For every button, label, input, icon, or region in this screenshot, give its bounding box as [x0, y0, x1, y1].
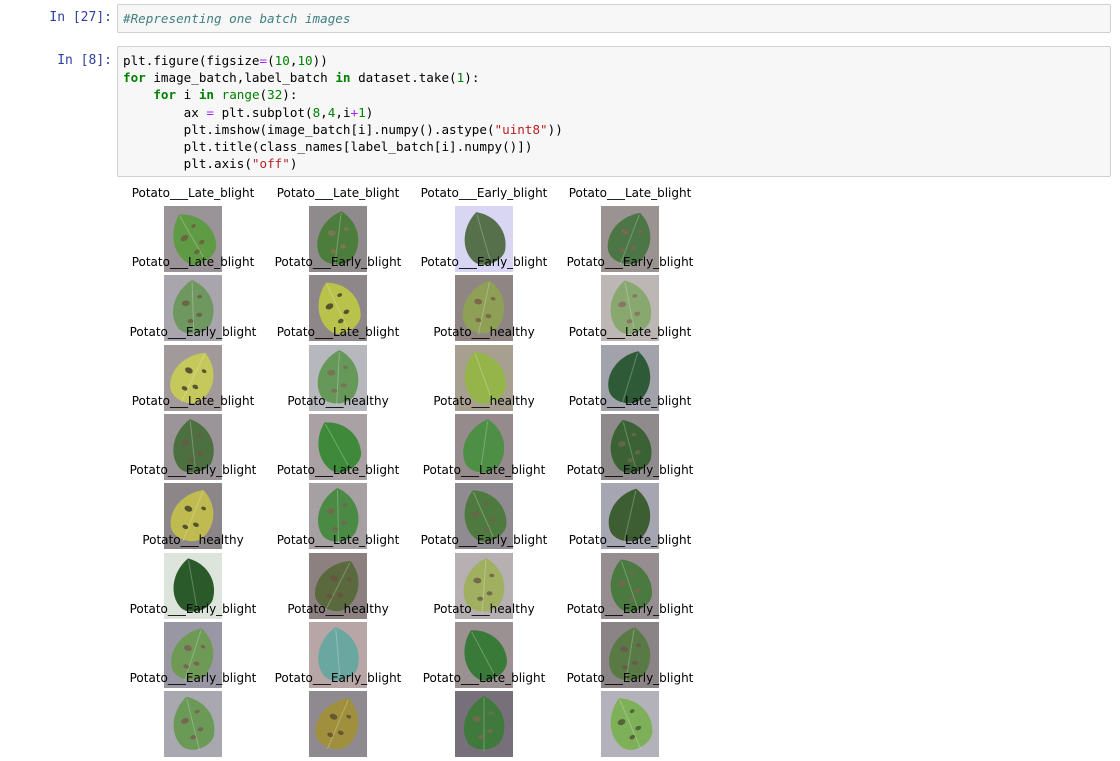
subplot-title: Potato___Late_blight: [131, 393, 255, 408]
subplot-title: Potato___healthy: [142, 532, 244, 547]
subplot-title: Potato___Early_blight: [274, 255, 402, 270]
subplot-title: Potato___Late_blight: [276, 463, 400, 478]
leaf-image: [455, 691, 513, 758]
subplot-title: Potato___Early_blight: [420, 532, 548, 547]
lesion-spot: [473, 716, 481, 722]
subplot-title: Potato___healthy: [433, 324, 535, 339]
subplot-title: Potato___Late_blight: [568, 532, 692, 547]
subplot-title: Potato___Early_blight: [566, 601, 694, 616]
subplot-title: Potato___Late_blight: [131, 255, 255, 270]
subplot-title: Potato___Early_blight: [129, 324, 257, 339]
subplot-title: Potato___healthy: [287, 393, 389, 408]
lesion-spot: [487, 728, 493, 734]
subplot-title: Potato___healthy: [287, 601, 389, 616]
subplot-title: Potato___Late_blight: [276, 186, 400, 200]
subplot-title: Potato___Late_blight: [276, 324, 400, 339]
leaf-image: [164, 691, 222, 758]
subplot-title: Potato___Early_blight: [129, 671, 257, 686]
subplot-title: Potato___healthy: [433, 393, 535, 408]
lesion-spot: [488, 711, 494, 715]
subplot-title: Potato___Early_blight: [420, 255, 548, 270]
subplot-title: Potato___Late_blight: [422, 463, 546, 478]
leaf-image: [309, 691, 367, 758]
subplot-title: Potato___Early_blight: [274, 671, 402, 686]
subplot-title: Potato___Late_blight: [568, 324, 692, 339]
subplot-title: Potato___Late_blight: [568, 186, 692, 200]
lesion-spot: [478, 734, 484, 740]
subplot-title: Potato___Late_blight: [131, 186, 255, 200]
subplot-title: Potato___Late_blight: [568, 393, 692, 408]
subplot-title: Potato___Early_blight: [566, 255, 694, 270]
subplot-title: Potato___healthy: [433, 601, 535, 616]
subplot-title: Potato___Early_blight: [129, 601, 257, 616]
output-figure: Potato___Late_blight Potato___Late_blight…: [0, 0, 1120, 761]
subplot-title: Potato___Late_blight: [422, 671, 546, 686]
subplot-title: Potato___Early_blight: [566, 671, 694, 686]
subplot-title: Potato___Early_blight: [420, 186, 548, 200]
leaf-image: [601, 691, 659, 758]
subplot-title: Potato___Late_blight: [276, 532, 400, 547]
subplot-title: Potato___Early_blight: [566, 463, 694, 478]
subplot-title: Potato___Early_blight: [129, 463, 257, 478]
